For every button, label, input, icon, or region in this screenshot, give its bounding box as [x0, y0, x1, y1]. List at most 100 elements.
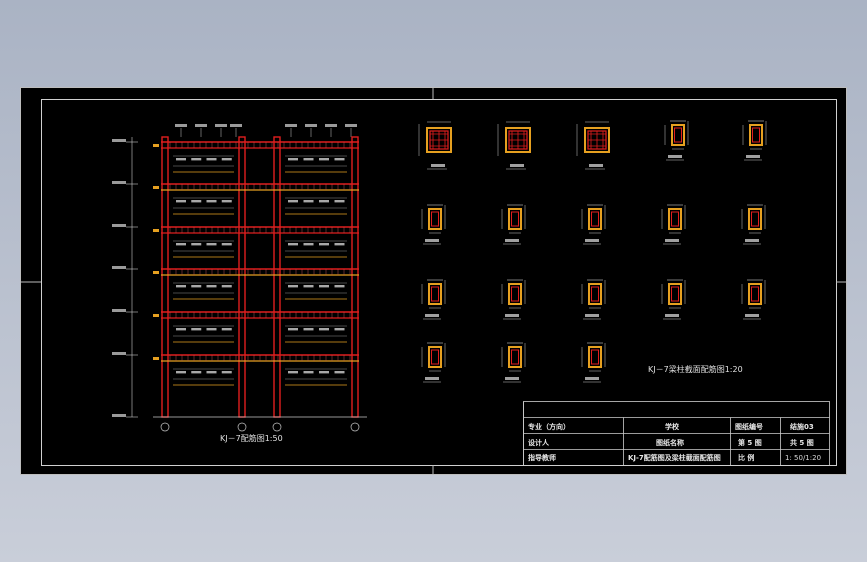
tb-scale-label: 比 例: [738, 453, 754, 462]
section-label: [665, 239, 679, 242]
end-hook: [153, 314, 159, 317]
annotation-text: [191, 200, 202, 203]
annotation-text: [288, 371, 298, 374]
beam-stirrup: [511, 286, 519, 302]
annotation-text: [303, 285, 314, 288]
end-hook: [153, 229, 159, 232]
axis-bubble: [350, 422, 360, 432]
section-label: [425, 239, 439, 242]
tb-school: 学校: [665, 422, 680, 431]
beam-stirrup: [751, 286, 759, 302]
beam-stirrup: [591, 211, 599, 227]
annotation-text: [334, 285, 345, 288]
tb-drawing-no-label: 图纸编号: [735, 422, 763, 431]
beam-stirrup: [671, 211, 679, 227]
annotation-text: [221, 285, 232, 288]
axis-bubble: [160, 422, 170, 432]
annotation-text: [303, 328, 314, 331]
annotation-text: [319, 285, 329, 288]
level-label: [112, 181, 126, 184]
annotation-text: [303, 200, 314, 203]
beam-stirrup: [431, 349, 439, 365]
section-label: [505, 377, 519, 380]
annotation-text: [221, 200, 232, 203]
top-label: [345, 124, 357, 127]
annotation-text: [288, 200, 298, 203]
section-label: [431, 164, 445, 167]
beam-stirrup: [751, 211, 759, 227]
annotation-text: [288, 285, 298, 288]
annotation-text: [176, 328, 186, 331]
annotation-text: [206, 243, 217, 246]
frame-elevation: [112, 124, 367, 432]
beam-column-sections: [418, 120, 767, 383]
annotation-text: [319, 158, 329, 161]
section-label: [510, 164, 524, 167]
annotation-text: [319, 243, 329, 246]
annotation-text: [221, 328, 232, 331]
annotation-text: [303, 243, 314, 246]
annotation-text: [206, 158, 217, 161]
annotation-text: [206, 285, 217, 288]
beam-stirrup: [591, 349, 599, 365]
top-label: [175, 124, 187, 127]
level-label: [112, 139, 126, 142]
annotation-text: [334, 158, 345, 161]
section-label: [585, 377, 599, 380]
tb-drawing-name: KJ-7配筋图及梁柱截面配筋图: [628, 453, 721, 462]
annotation-text: [176, 158, 186, 161]
annotation-text: [319, 200, 329, 203]
top-label: [305, 124, 317, 127]
annotation-text: [288, 158, 298, 161]
annotation-text: [191, 328, 202, 331]
top-label: [285, 124, 297, 127]
section-label: [585, 239, 599, 242]
annotation-text: [191, 243, 202, 246]
top-label: [230, 124, 242, 127]
end-hook: [153, 357, 159, 360]
annotation-text: [334, 371, 345, 374]
level-label: [112, 352, 126, 355]
annotation-text: [221, 243, 232, 246]
annotation-text: [334, 328, 345, 331]
tb-drawing-no: 结施03: [789, 422, 814, 431]
beam-stirrup: [591, 286, 599, 302]
annotation-text: [334, 200, 345, 203]
beam-stirrup: [674, 127, 682, 143]
annotation-text: [176, 371, 186, 374]
annotation-text: [191, 371, 202, 374]
annotation-text: [303, 371, 314, 374]
annotation-text: [221, 371, 232, 374]
level-label: [112, 224, 126, 227]
level-label: [112, 266, 126, 269]
section-label: [425, 377, 439, 380]
section-label: [505, 239, 519, 242]
section-label: [745, 314, 759, 317]
end-hook: [153, 186, 159, 189]
beam-stirrup: [431, 211, 439, 227]
annotation-text: [176, 200, 186, 203]
annotation-text: [221, 158, 232, 161]
section-label: [505, 314, 519, 317]
column: [238, 136, 246, 418]
annotation-text: [176, 243, 186, 246]
section-label: [585, 314, 599, 317]
sections-caption: KJ－7梁柱截面配筋图1:20: [648, 364, 743, 374]
tb-sheet-total: 共 5 图: [790, 438, 814, 447]
column: [351, 136, 359, 418]
tb-major: 专业（方向）: [528, 422, 570, 431]
section-label: [665, 314, 679, 317]
annotation-text: [319, 328, 329, 331]
center-marks: [20, 87, 847, 475]
section-label: [589, 164, 603, 167]
tb-designer: 设计人: [528, 438, 550, 447]
axis-bubble: [272, 422, 282, 432]
section-label: [745, 239, 759, 242]
annotation-text: [191, 285, 202, 288]
section-label: [668, 155, 682, 158]
level-label: [112, 414, 126, 417]
elevation-caption: KJ－7配筋图1:50: [220, 433, 283, 443]
top-label: [325, 124, 337, 127]
top-label: [195, 124, 207, 127]
annotation-text: [288, 243, 298, 246]
